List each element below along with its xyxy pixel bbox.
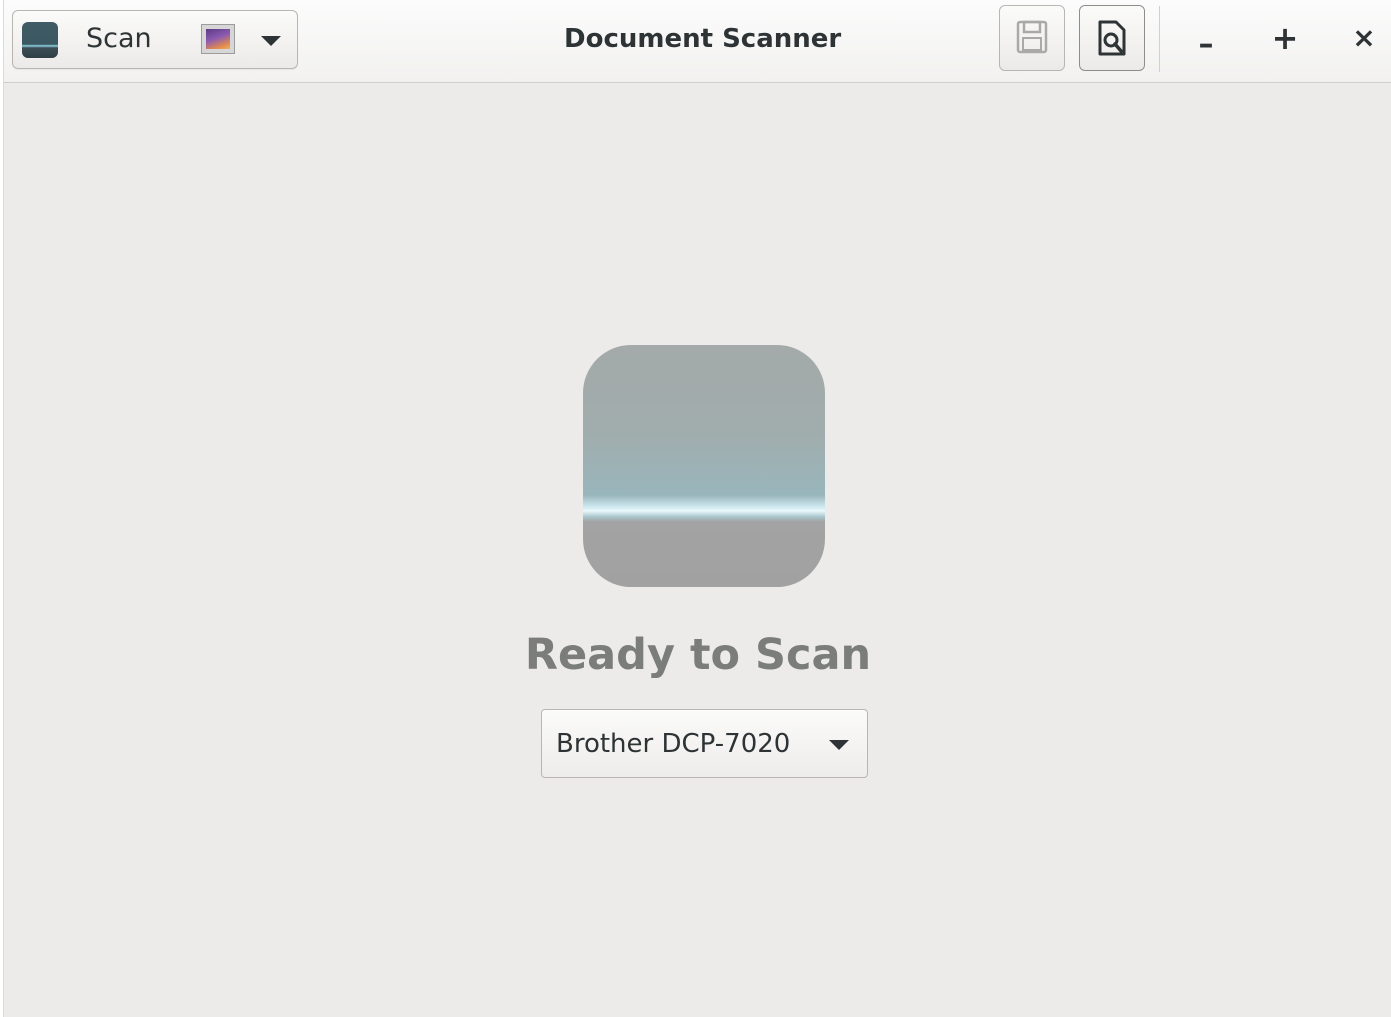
window-title: Document Scanner [564, 24, 842, 54]
chevron-down-icon [261, 36, 281, 46]
maximize-button[interactable]: + [1261, 16, 1309, 64]
floppy-disk-icon [1016, 20, 1048, 54]
scanner-icon [22, 22, 58, 58]
close-button[interactable]: × [1340, 16, 1388, 64]
document-scanner-window: Scan Document Scanner – + × Ready to Sca… [3, 0, 1391, 1017]
scan-type-dropdown[interactable] [183, 11, 297, 68]
header-separator [1159, 6, 1160, 72]
status-message: Ready to Scan [524, 630, 872, 680]
header-bar: Scan Document Scanner – + × [4, 0, 1391, 83]
device-select[interactable]: Brother DCP-7020 [541, 709, 868, 778]
scan-button-label: Scan [86, 23, 152, 54]
preview-button[interactable] [1079, 5, 1145, 71]
chevron-down-icon [829, 740, 849, 750]
device-select-value: Brother DCP-7020 [556, 729, 791, 759]
minimize-button[interactable]: – [1182, 16, 1230, 64]
scan-split-button: Scan [12, 10, 298, 69]
photo-icon [201, 24, 235, 54]
scan-button[interactable]: Scan [13, 11, 183, 68]
document-preview-icon [1098, 20, 1126, 56]
save-button[interactable] [999, 5, 1065, 71]
scanner-placeholder-icon [583, 345, 825, 587]
